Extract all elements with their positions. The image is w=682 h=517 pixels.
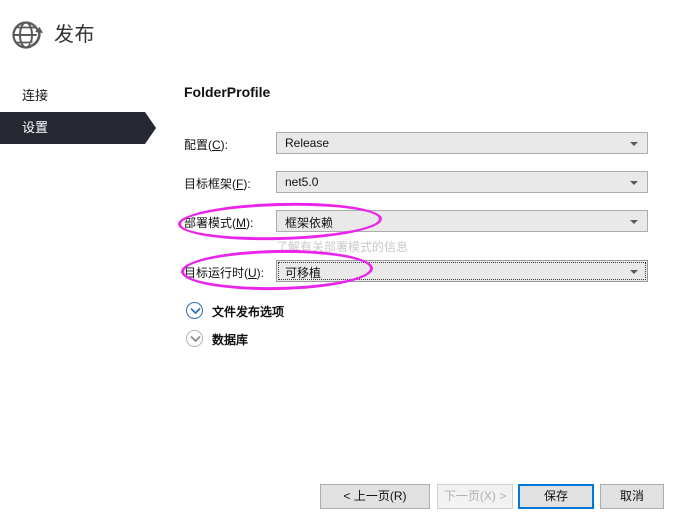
target-framework-combobox[interactable]: net5.0: [276, 171, 648, 193]
configuration-label: 配置(C):: [184, 138, 229, 152]
configuration-value: Release: [285, 136, 330, 150]
chevron-down-icon[interactable]: [186, 302, 203, 319]
save-button[interactable]: 保存: [518, 484, 594, 509]
chevron-down-icon: [630, 142, 638, 146]
next-button: 下一页(X) >: [437, 484, 513, 509]
focus-indicator: [278, 262, 646, 280]
configuration-combobox[interactable]: Release: [276, 132, 648, 154]
deployment-mode-value: 框架依赖: [285, 216, 334, 230]
target-runtime-value: 可移植: [285, 266, 322, 280]
settings-panel: FolderProfile 配置(C): Release 目标框架(F): ne…: [0, 0, 682, 470]
deployment-mode-label: 部署模式(M):: [184, 216, 254, 230]
chevron-down-icon[interactable]: [186, 330, 203, 347]
cancel-button[interactable]: 取消: [600, 484, 664, 509]
expander-label: 文件发布选项: [212, 305, 285, 319]
expander-label: 数据库: [212, 333, 249, 347]
chevron-down-icon: [630, 270, 638, 274]
target-framework-label: 目标框架(F):: [184, 177, 251, 191]
deployment-mode-combobox[interactable]: 框架依赖: [276, 210, 648, 232]
dialog-footer: < 上一页(R) 下一页(X) > 保存 取消: [0, 470, 682, 517]
chevron-down-icon: [630, 220, 638, 224]
target-runtime-combobox[interactable]: 可移植: [276, 260, 648, 282]
page-title: FolderProfile: [184, 84, 271, 100]
deployment-mode-help-link[interactable]: 了解有关部署模式的信息: [276, 238, 408, 255]
previous-button[interactable]: < 上一页(R): [320, 484, 430, 509]
target-framework-value: net5.0: [285, 175, 319, 189]
target-runtime-label: 目标运行时(U):: [184, 266, 265, 280]
chevron-down-icon: [630, 181, 638, 185]
